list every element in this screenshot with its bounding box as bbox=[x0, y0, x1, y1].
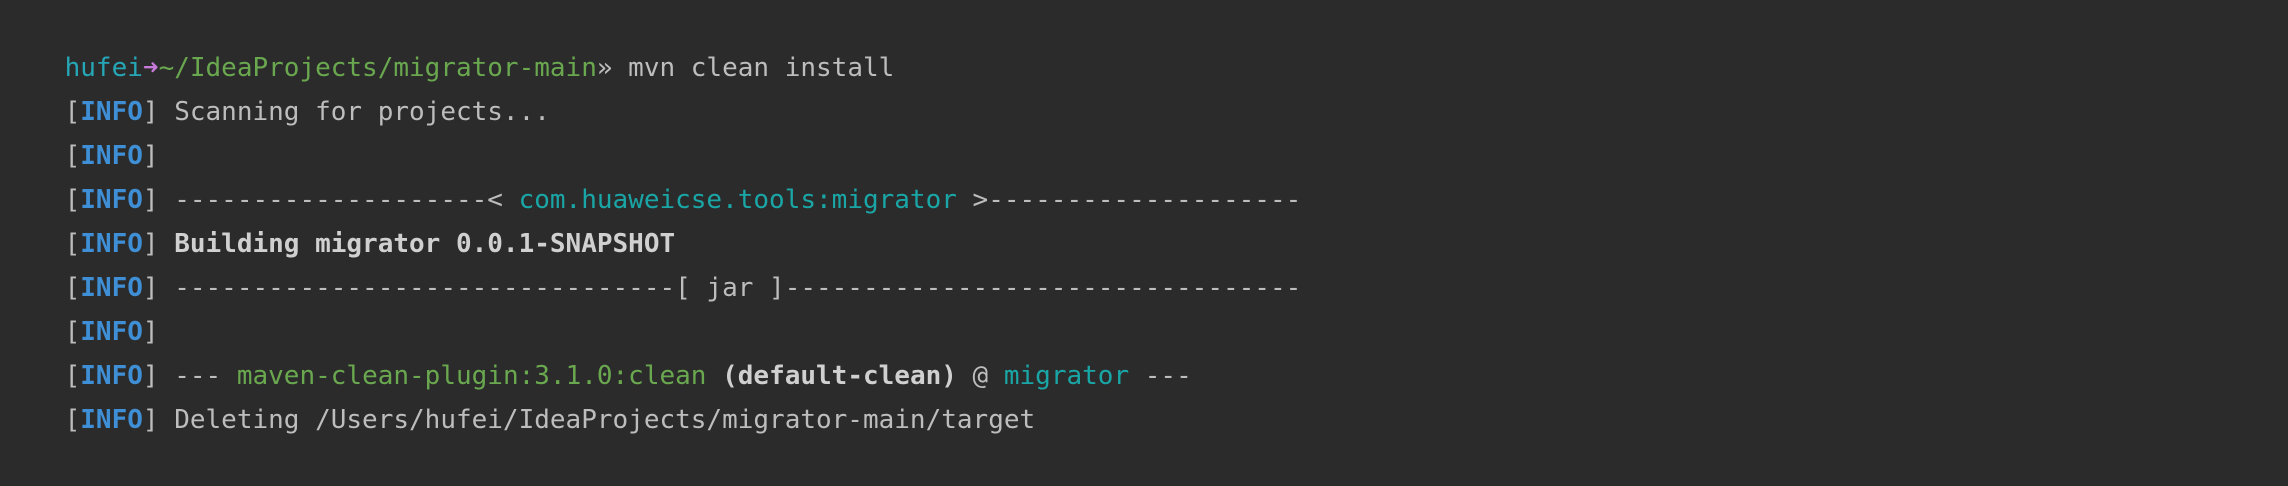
log-bracket-close: ] bbox=[142, 317, 159, 347]
prompt-arrow-icon: ➜ bbox=[142, 53, 159, 83]
log-bracket-open: [ bbox=[64, 273, 81, 303]
log-bracket-open: [ bbox=[64, 97, 81, 127]
log-level: INFO bbox=[80, 229, 143, 259]
project-name: migrator bbox=[1003, 361, 1130, 391]
execution-id: (default-clean) bbox=[706, 361, 957, 391]
log-text-prefix: --- bbox=[158, 361, 237, 391]
log-bracket-close: ] bbox=[142, 141, 159, 171]
log-bracket-open: [ bbox=[64, 229, 81, 259]
prompt-separator: » bbox=[596, 53, 613, 83]
artifact-id: com.huaweicse.tools:migrator bbox=[518, 185, 957, 215]
build-title: Building migrator 0.0.1-SNAPSHOT bbox=[158, 229, 676, 259]
log-bracket-open: [ bbox=[64, 141, 81, 171]
log-bracket-close: ] bbox=[142, 97, 159, 127]
log-bracket-close: ] bbox=[142, 273, 159, 303]
log-text-prefix: --------------------< bbox=[158, 185, 519, 215]
log-level: INFO bbox=[80, 97, 143, 127]
log-text-suffix: --- bbox=[1129, 361, 1192, 391]
log-line: [INFO] --- maven-clean-plugin:3.1.0:clea… bbox=[2, 310, 2288, 391]
log-bracket-close: ] bbox=[142, 229, 159, 259]
log-bracket-open: [ bbox=[64, 185, 81, 215]
log-level: INFO bbox=[80, 361, 143, 391]
log-text-suffix: >-------------------- bbox=[956, 185, 1302, 215]
log-level: INFO bbox=[80, 141, 143, 171]
prompt-cwd: ~/IdeaProjects/migrator-main bbox=[158, 53, 597, 83]
log-bracket-open: [ bbox=[64, 361, 81, 391]
prompt-user: hufei bbox=[64, 53, 143, 83]
log-level: INFO bbox=[80, 405, 143, 435]
log-bracket-open: [ bbox=[64, 405, 81, 435]
prompt-command: mvn clean install bbox=[612, 53, 895, 83]
shell-prompt-line: hufei➜~/IdeaProjects/migrator-main» mvn … bbox=[2, 2, 2288, 83]
log-level: INFO bbox=[80, 317, 143, 347]
log-level: INFO bbox=[80, 273, 143, 303]
terminal-window[interactable]: hufei➜~/IdeaProjects/migrator-main» mvn … bbox=[0, 0, 2288, 435]
log-text: Deleting /Users/hufei/IdeaProjects/migra… bbox=[158, 405, 1036, 435]
log-bracket-open: [ bbox=[64, 317, 81, 347]
plugin-goal: maven-clean-plugin:3.1.0:clean bbox=[236, 361, 707, 391]
log-level: INFO bbox=[80, 185, 143, 215]
log-bracket-close: ] bbox=[142, 361, 159, 391]
at-sign: @ bbox=[956, 361, 1004, 391]
log-line: [INFO] --------------------< com.huaweic… bbox=[2, 134, 2288, 215]
log-text: --------------------------------[ jar ]-… bbox=[158, 273, 1302, 303]
log-bracket-close: ] bbox=[142, 405, 159, 435]
log-text: Scanning for projects... bbox=[158, 97, 550, 127]
log-bracket-close: ] bbox=[142, 185, 159, 215]
